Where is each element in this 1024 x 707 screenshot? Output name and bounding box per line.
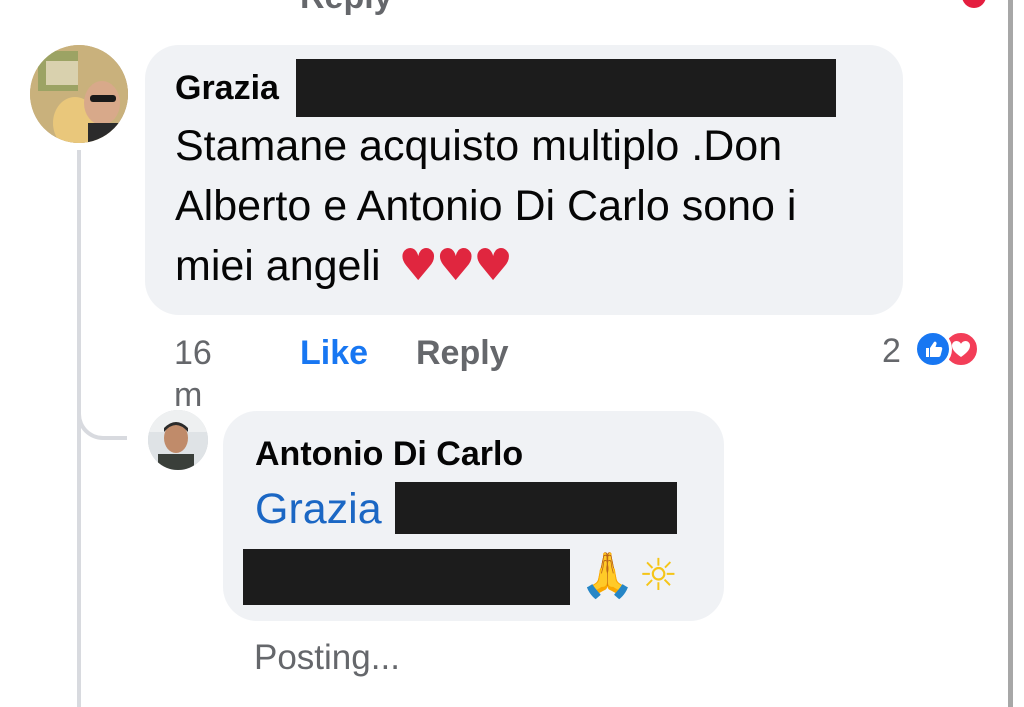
reaction-count: 2	[882, 332, 901, 370]
thread-line	[77, 150, 81, 707]
comment-line-1: Stamane acquisto multiplo .Don	[175, 122, 783, 170]
avatar-antonio[interactable]	[148, 410, 208, 470]
redacted-reply-text	[243, 549, 570, 605]
redacted-mention	[395, 482, 677, 534]
hearts-emoji: ♥♥♥	[398, 240, 513, 291]
reply-emojis: 🙏☼	[580, 546, 678, 606]
comment-text: Stamane acquisto multiplo .Don Alberto e…	[175, 116, 895, 296]
previous-reply-link-partial[interactable]: Reply	[300, 0, 393, 17]
comment-line-3: miei angeli ♥♥♥	[175, 236, 895, 296]
posting-status: Posting...	[254, 638, 400, 677]
reply-author[interactable]: Antonio Di Carlo	[255, 434, 523, 474]
redacted-name	[296, 59, 836, 117]
reply-connector	[77, 380, 127, 440]
comment-author[interactable]: Grazia	[175, 68, 279, 108]
sun-emoji: ☼	[638, 550, 679, 601]
comment-line-2: Alberto e Antonio Di Carlo sono i	[175, 182, 797, 230]
comment-timestamp[interactable]: 16 m	[174, 332, 212, 416]
like-button[interactable]: Like	[300, 332, 368, 374]
mention-link[interactable]: Grazia	[255, 481, 382, 537]
pray-emoji: 🙏	[580, 550, 635, 601]
like-icon	[914, 330, 952, 368]
reply-button[interactable]: Reply	[416, 332, 509, 374]
reaction-icon-partial	[962, 0, 986, 8]
avatar-grazia[interactable]	[30, 45, 128, 143]
comment-line-3-text: miei angeli	[175, 242, 381, 290]
comment-thread: Reply Grazia Stamane acquisto multiplo .…	[0, 0, 1024, 707]
scrollbar[interactable]	[1008, 0, 1013, 707]
